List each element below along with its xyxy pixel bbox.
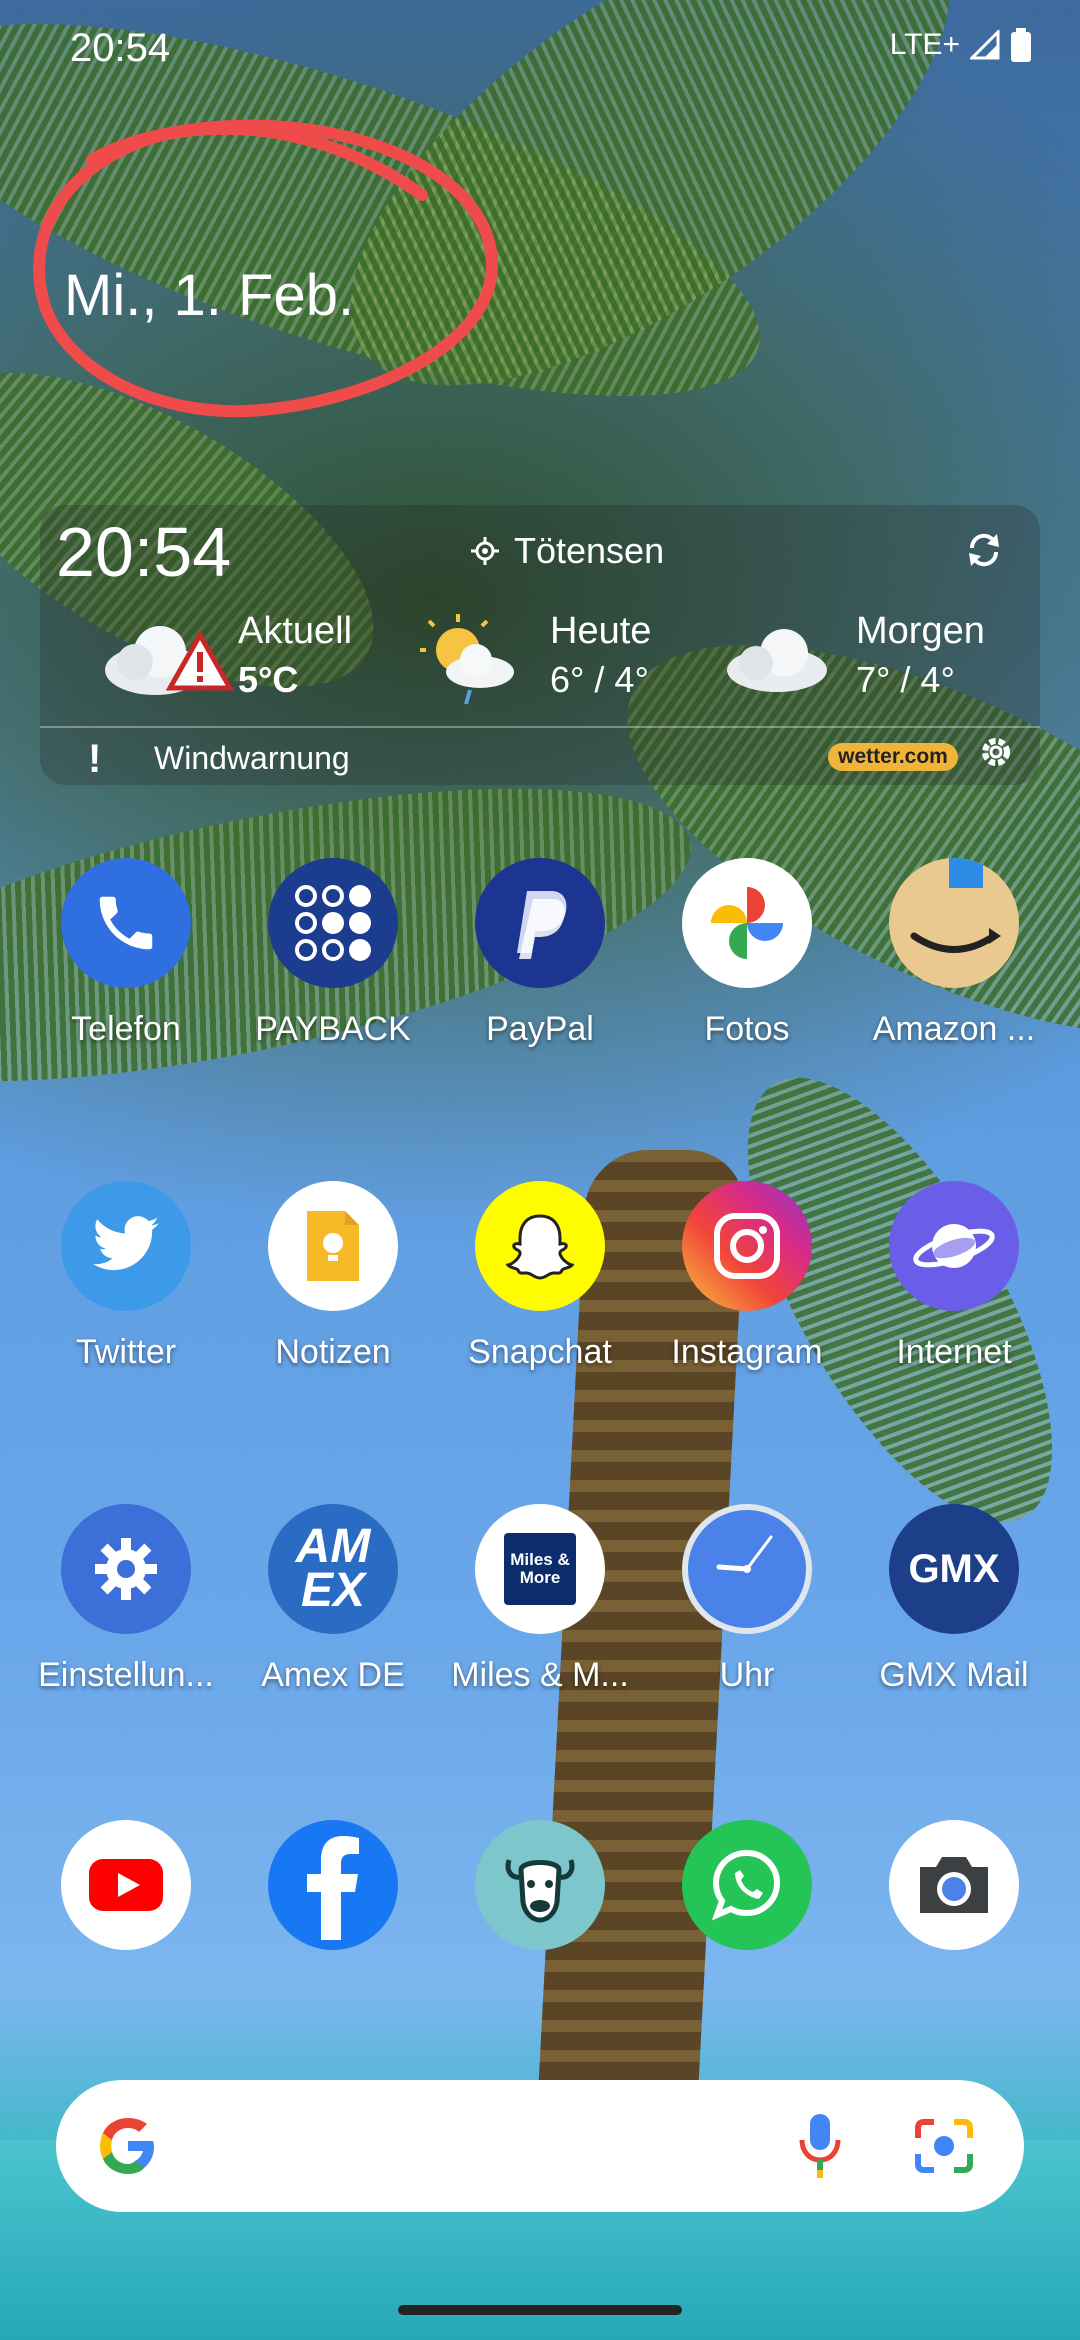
- app-label: Telefon: [71, 1010, 181, 1048]
- weather-current: Aktuell 5°C: [238, 610, 352, 701]
- instagram-icon: [682, 1181, 812, 1311]
- keep-notes-icon: [268, 1181, 398, 1311]
- weather-today-label: Heute: [550, 610, 652, 652]
- microphone-icon[interactable]: [796, 2110, 844, 2182]
- amazon-icon: [889, 858, 1019, 988]
- weather-tomorrow-label: Morgen: [856, 610, 985, 652]
- app-facebook[interactable]: [233, 1820, 433, 1950]
- weather-clock: 20:54: [56, 513, 232, 591]
- app-fotos[interactable]: Fotos: [647, 858, 847, 1049]
- app-label: Miles & M...: [451, 1656, 629, 1694]
- location-icon: [471, 537, 499, 565]
- miles-more-logo-text: Miles & More: [504, 1533, 576, 1605]
- amex-logo-text: AM EX: [295, 1520, 371, 1617]
- wetter-com-logo[interactable]: wetter.com: [828, 743, 958, 771]
- weather-divider: [40, 726, 1040, 728]
- paypal-icon: [475, 858, 605, 988]
- app-amex[interactable]: AM EX Amex DE: [233, 1504, 433, 1695]
- status-time: 20:54: [70, 26, 171, 70]
- weather-location[interactable]: Tötensen: [470, 530, 664, 572]
- gesture-nav-handle[interactable]: [398, 2305, 682, 2315]
- app-label: PAYBACK: [255, 1010, 411, 1048]
- app-paypal[interactable]: PayPal: [440, 858, 640, 1049]
- whatsapp-icon: [682, 1820, 812, 1950]
- miles-more-icon: Miles & More: [475, 1504, 605, 1634]
- payback-icon: [268, 858, 398, 988]
- app-label: Notizen: [275, 1333, 391, 1371]
- settings-gear-icon: [61, 1504, 191, 1634]
- weather-current-temp: 5°C: [238, 659, 299, 700]
- network-type: LTE+: [889, 28, 960, 61]
- samsung-internet-icon: [889, 1181, 1019, 1311]
- app-label: PayPal: [486, 1010, 594, 1048]
- date-label[interactable]: Mi., 1. Feb.: [64, 262, 354, 329]
- clock-icon: [682, 1504, 812, 1634]
- facebook-icon: [268, 1820, 398, 1950]
- phone-icon: [61, 858, 191, 988]
- weather-today-temp: 6° / 4°: [550, 659, 649, 700]
- gmx-logo-text: GMX: [908, 1546, 1000, 1591]
- app-label: Twitter: [75, 1333, 177, 1371]
- google-lens-icon[interactable]: [914, 2118, 974, 2174]
- weather-warning[interactable]: Windwarnung: [154, 740, 350, 777]
- warning-icon: !: [88, 737, 102, 781]
- app-gmx-mail[interactable]: GMX GMX Mail: [854, 1504, 1054, 1695]
- google-g-icon: [100, 2118, 154, 2174]
- twitter-bird-icon: [61, 1181, 191, 1311]
- app-notizen[interactable]: Notizen: [233, 1181, 433, 1372]
- app-label: Uhr: [719, 1656, 775, 1694]
- youtube-icon: [61, 1820, 191, 1950]
- app-telefon[interactable]: Telefon: [26, 858, 226, 1049]
- refresh-icon[interactable]: [964, 530, 1004, 580]
- app-label: Snapchat: [468, 1333, 612, 1371]
- signal-icon: [970, 30, 1000, 60]
- gmx-icon: GMX: [889, 1504, 1019, 1634]
- app-label: Amazon ...: [872, 1010, 1036, 1048]
- google-search-bar[interactable]: [56, 2080, 1024, 2212]
- app-einstellungen[interactable]: Einstellun...: [26, 1504, 226, 1695]
- camera-icon: [889, 1820, 1019, 1950]
- app-whatsapp[interactable]: [647, 1820, 847, 1950]
- app-amazon[interactable]: Amazon ...: [854, 858, 1054, 1049]
- partly-cloudy-rain-icon: [420, 614, 514, 705]
- app-youtube[interactable]: [26, 1820, 226, 1950]
- app-twitter[interactable]: Twitter: [26, 1181, 226, 1372]
- amex-icon: AM EX: [268, 1504, 398, 1634]
- app-camera[interactable]: [854, 1820, 1054, 1950]
- app-internet[interactable]: Internet: [854, 1181, 1054, 1372]
- app-uhr[interactable]: Uhr: [647, 1504, 847, 1695]
- cloud-warning-icon: [105, 626, 235, 695]
- google-photos-icon: [682, 858, 812, 988]
- app-payback[interactable]: PAYBACK: [233, 858, 433, 1049]
- bison-icon: [475, 1820, 605, 1950]
- cloud-icon: [727, 629, 827, 692]
- weather-tomorrow-temp: 7° / 4°: [856, 659, 955, 700]
- status-icons: LTE+: [890, 28, 1032, 62]
- app-label: Amex DE: [261, 1656, 405, 1694]
- weather-today: Heute 6° / 4°: [550, 610, 651, 701]
- status-bar: 20:54 LTE+: [0, 0, 1080, 90]
- battery-icon: [1011, 28, 1031, 62]
- app-label: Fotos: [704, 1010, 790, 1048]
- app-label: Instagram: [671, 1333, 823, 1371]
- app-snapchat[interactable]: Snapchat: [440, 1181, 640, 1372]
- snapchat-ghost-icon: [475, 1181, 605, 1311]
- widget-settings-icon[interactable]: [976, 732, 1016, 782]
- app-instagram[interactable]: Instagram: [647, 1181, 847, 1372]
- app-label: GMX Mail: [879, 1656, 1029, 1694]
- app-miles-more[interactable]: Miles & More Miles & M...: [440, 1504, 640, 1695]
- weather-current-label: Aktuell: [238, 610, 353, 652]
- weather-location-label: Tötensen: [514, 530, 665, 571]
- weather-tomorrow: Morgen 7° / 4°: [856, 610, 985, 701]
- app-bison[interactable]: [440, 1820, 640, 1950]
- app-label: Internet: [896, 1333, 1012, 1371]
- app-label: Einstellun...: [38, 1656, 214, 1694]
